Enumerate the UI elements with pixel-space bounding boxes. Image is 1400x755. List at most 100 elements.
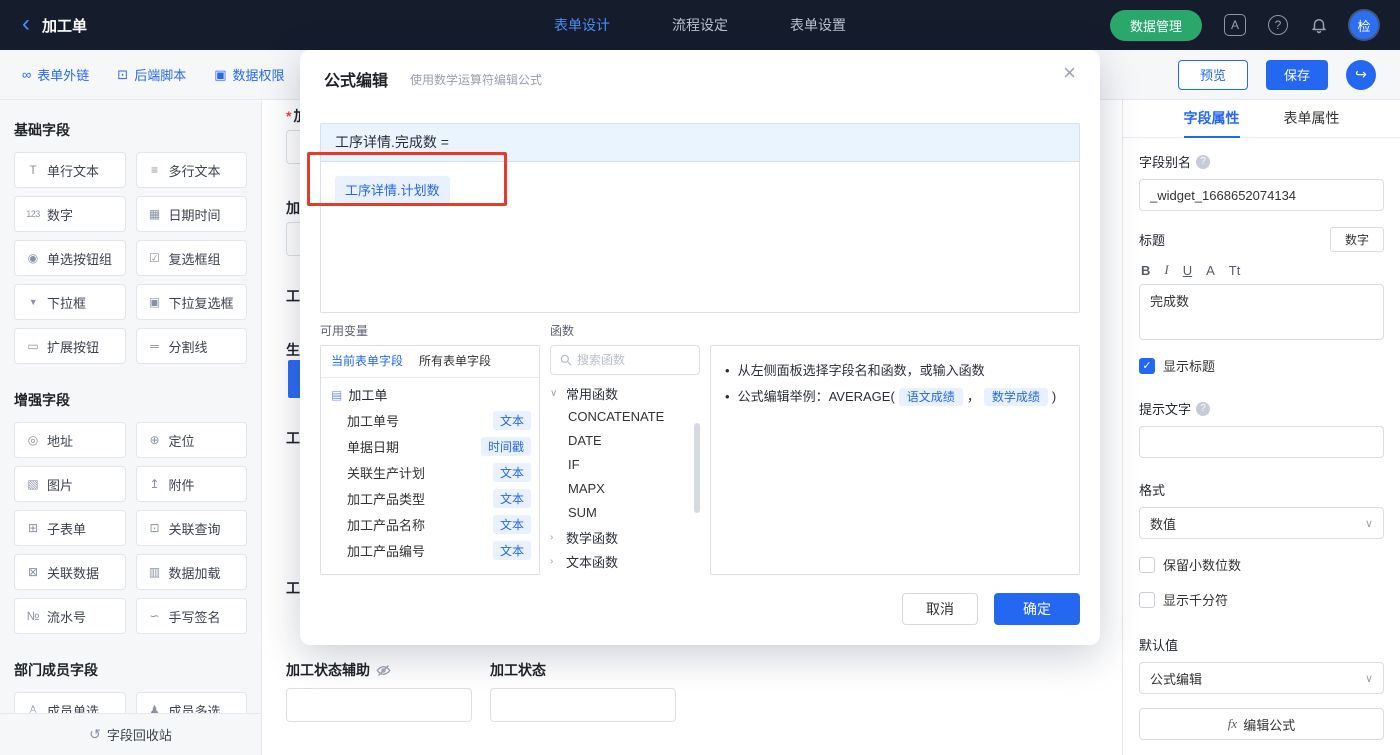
keep-decimals-checkbox[interactable] [1139,556,1155,573]
hint-input[interactable] [1139,426,1384,458]
alias-input[interactable] [1139,179,1384,211]
bold-icon[interactable]: B [1141,263,1150,278]
group-text-functions[interactable]: › 文本函数 [550,549,700,573]
function-item-date[interactable]: DATE [550,429,700,453]
chevron-down-icon: ∨ [1364,517,1373,530]
save-button[interactable]: 保存 [1266,59,1328,90]
form-external-link[interactable]: ∞ 表单外链 [22,65,89,84]
variable-field-row[interactable]: 加工产品编号 文本 [321,537,539,563]
italic-icon[interactable]: I [1164,262,1168,278]
share-button[interactable]: ↪ [1346,59,1376,90]
search-input[interactable] [577,346,695,374]
sidebar-item-location[interactable]: ⊕ 定位 [135,422,247,458]
tab-form-properties[interactable]: 表单属性 [1284,100,1340,138]
group-common-functions[interactable]: ∨ 常用函数 [550,381,700,405]
backend-script-link[interactable]: ⊡ 后端脚本 [117,65,186,84]
topbar-right: 数据管理 A ? 检 [1109,9,1378,41]
item-label: 数据加载 [168,565,221,581]
function-item-concatenate[interactable]: CONCATENATE [550,405,700,429]
tab-field-properties[interactable]: 字段属性 [1183,100,1240,138]
thousands-checkbox[interactable] [1139,591,1155,608]
properties-tabs: 字段属性 表单属性 [1123,100,1400,138]
document-icon: ▤ [331,387,343,402]
cancel-button[interactable]: 取消 [902,593,978,625]
variable-field-row[interactable]: 加工产品名称 文本 [321,511,539,537]
field-label-fragment: 工 [286,428,300,448]
function-item-sum[interactable]: SUM [550,501,700,525]
tab-all-form-fields[interactable]: 所有表单字段 [419,346,491,377]
sidebar-item-single-line-text[interactable]: T 单行文本 [14,152,126,188]
sidebar-item-linked-query[interactable]: ⊡ 关联查询 [135,510,247,546]
sidebar-item-radio-group[interactable]: ◉ 单选按钮组 [14,240,126,276]
sidebar-item-extend-button[interactable]: ▭ 扩展按钮 [14,328,126,364]
question-icon[interactable]: ? [1196,401,1211,416]
edit-formula-button[interactable]: fx 编辑公式 [1139,708,1384,740]
sidebar-item-attachment[interactable]: ↥ 附件 [135,466,247,502]
dropdown-icon: ▼ [28,297,38,307]
confirm-button[interactable]: 确定 [994,593,1080,625]
form-node[interactable]: ▤ 加工单 [321,378,539,407]
close-icon[interactable]: × [1063,62,1076,84]
show-title-checkbox[interactable]: ✓ [1139,357,1155,374]
sidebar-item-checkbox-group[interactable]: ☑ 复选框组 [135,240,247,276]
backend-script-label: 后端脚本 [134,68,187,83]
language-icon[interactable]: A [1224,14,1246,36]
query-icon: ⊡ [149,521,160,535]
field-input[interactable] [286,688,472,722]
sidebar-item-address[interactable]: ◎ 地址 [14,422,126,458]
variable-field-row[interactable]: 加工产品类型 文本 [321,485,539,511]
function-item-if[interactable]: IF [550,453,700,477]
variable-field-row[interactable]: 单据日期 时间戳 [321,433,539,459]
font-size-icon[interactable]: Tt [1229,263,1241,278]
sidebar-item-signature[interactable]: ∽ 手写签名 [135,598,247,634]
function-item-mapx[interactable]: MAPX [550,477,700,501]
sidebar-item-serial-number[interactable]: № 流水号 [14,598,126,634]
question-icon[interactable]: ? [1196,154,1211,169]
field-recycle-bin[interactable]: ↺ 字段回收站 [0,713,261,755]
item-label: 图片 [47,477,74,493]
tab-form-design[interactable]: 表单设计 [554,15,610,35]
format-value: 数值 [1150,516,1177,532]
sidebar-item-data-load[interactable]: ▥ 数据加载 [135,554,247,590]
tab-flow-setting[interactable]: 流程设定 [672,15,728,35]
data-manage-button[interactable]: 数据管理 [1109,9,1202,41]
title-value-editor[interactable]: 完成数 [1139,284,1384,340]
tab-form-setting[interactable]: 表单设置 [790,15,846,35]
field-process-status-helper[interactable]: 加工状态辅助 [286,660,472,722]
chevron-right-icon: › [550,555,554,567]
field-name: 关联生产计划 [347,465,426,481]
preview-button[interactable]: 预览 [1178,59,1248,90]
sidebar-item-linked-data[interactable]: ⊠ 关联数据 [14,554,126,590]
font-color-icon[interactable]: A [1206,263,1215,278]
help-icon[interactable]: ? [1268,15,1288,35]
field-input[interactable] [490,688,676,722]
richtext-toolbar: B I U A Tt [1141,262,1382,278]
scrollbar-thumb[interactable] [694,423,700,513]
sidebar-item-select[interactable]: ▼ 下拉框 [14,284,126,320]
item-label: 手写签名 [168,609,221,625]
example-field-tag: 语文成绩 [898,388,963,406]
field-process-status[interactable]: 加工状态 [490,660,676,722]
underline-icon[interactable]: U [1183,263,1192,278]
data-permission-link[interactable]: ▣ 数据权限 [214,65,284,84]
back-icon[interactable]: ‹ [22,11,30,36]
top-bar: ‹ 加工单 表单设计 流程设定 表单设置 数据管理 A ? 检 [0,0,1400,50]
default-value-select[interactable]: 公式编辑 ∨ [1139,662,1384,694]
variable-field-row[interactable]: 加工单号 文本 [321,407,539,433]
format-select[interactable]: 数值 ∨ [1139,507,1384,539]
tab-current-form-fields[interactable]: 当前表单字段 [331,346,403,377]
avatar[interactable]: 检 [1350,11,1378,39]
sidebar-item-subform[interactable]: ⊞ 子表单 [14,510,126,546]
sidebar-item-datetime[interactable]: ▦ 日期时间 [135,196,247,232]
variable-field-row[interactable]: 关联生产计划 文本 [321,459,539,485]
group-math-functions[interactable]: › 数学函数 [550,525,700,549]
field-type-badge[interactable]: 数字 [1329,227,1384,252]
formula-body[interactable]: 工序详情.计划数 [321,162,1079,312]
sidebar-item-multi-select[interactable]: ▣ 下拉复选框 [135,284,247,320]
sidebar-item-multi-line-text[interactable]: ≡ 多行文本 [135,152,247,188]
sidebar-item-divider[interactable]: ═ 分割线 [135,328,247,364]
sidebar-item-number[interactable]: 123 数字 [14,196,126,232]
bell-icon[interactable] [1310,16,1328,34]
sidebar-item-image[interactable]: ▧ 图片 [14,466,126,502]
formula-field-tag[interactable]: 工序详情.计划数 [335,176,450,203]
